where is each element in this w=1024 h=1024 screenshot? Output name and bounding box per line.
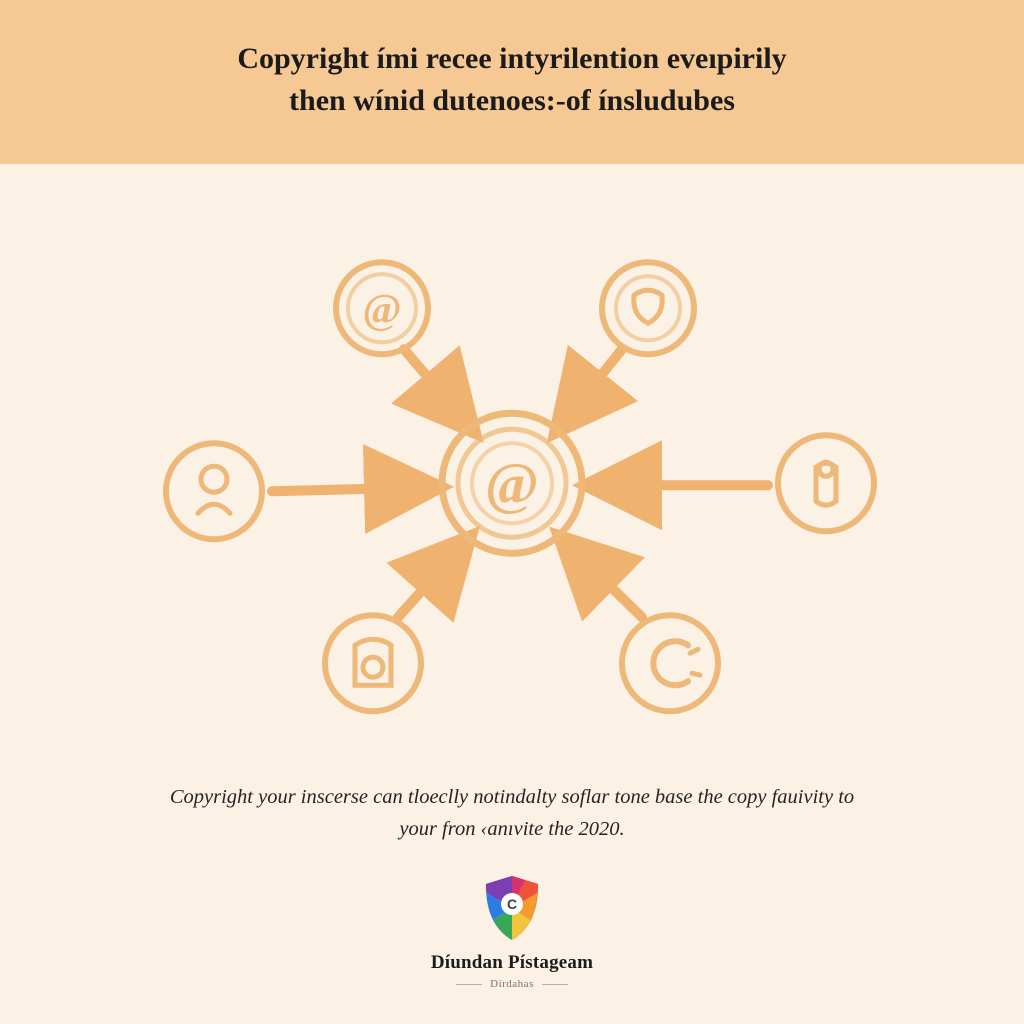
face-body-icon (198, 504, 230, 513)
at-icon: @ (362, 287, 401, 333)
caption-text: Copyright your inscerse can tloeclly not… (0, 782, 1024, 874)
node-mid-right (778, 435, 874, 531)
node-top-left: @ (336, 262, 428, 354)
node-bottom-right (622, 615, 718, 711)
face-head-icon (201, 466, 227, 492)
footer: C Díundan Pístageam Dirdahas (0, 874, 1024, 1024)
node-top-right (602, 262, 694, 354)
title-line-1: Copyright ími recee intyrilention eveıpi… (40, 38, 984, 80)
diagram-svg: @ (0, 164, 1024, 782)
arrow-top-left (404, 349, 472, 429)
node-bottom-left (325, 615, 421, 711)
center-at-icon: @ (485, 451, 539, 516)
crescent-icon (653, 641, 688, 685)
brand-name: Díundan Pístageam (431, 952, 593, 974)
title-line-2: then wínid dutenoes:-of ínsludubes (40, 80, 984, 122)
abstract-icon (634, 290, 662, 323)
arrow-bottom-right (562, 539, 642, 617)
brand-subtitle: Dirdahas (456, 978, 568, 990)
header-banner: Copyright ími recee intyrilention eveıpi… (0, 0, 1024, 164)
arrow-bottom-left (398, 539, 468, 617)
arrow-mid-left (272, 487, 436, 491)
caption-line-1: Copyright your inscerse can tloeclly not… (170, 786, 854, 808)
logo-letter: C (507, 896, 517, 912)
arrow-top-right (558, 349, 622, 429)
shield-logo: C (482, 874, 542, 942)
caption-line-2: your fron ‹anıvite the 2020. (399, 818, 624, 840)
hub-spoke-diagram: @ (0, 164, 1024, 782)
node-mid-left (166, 443, 262, 539)
center-node: @ (442, 413, 582, 553)
